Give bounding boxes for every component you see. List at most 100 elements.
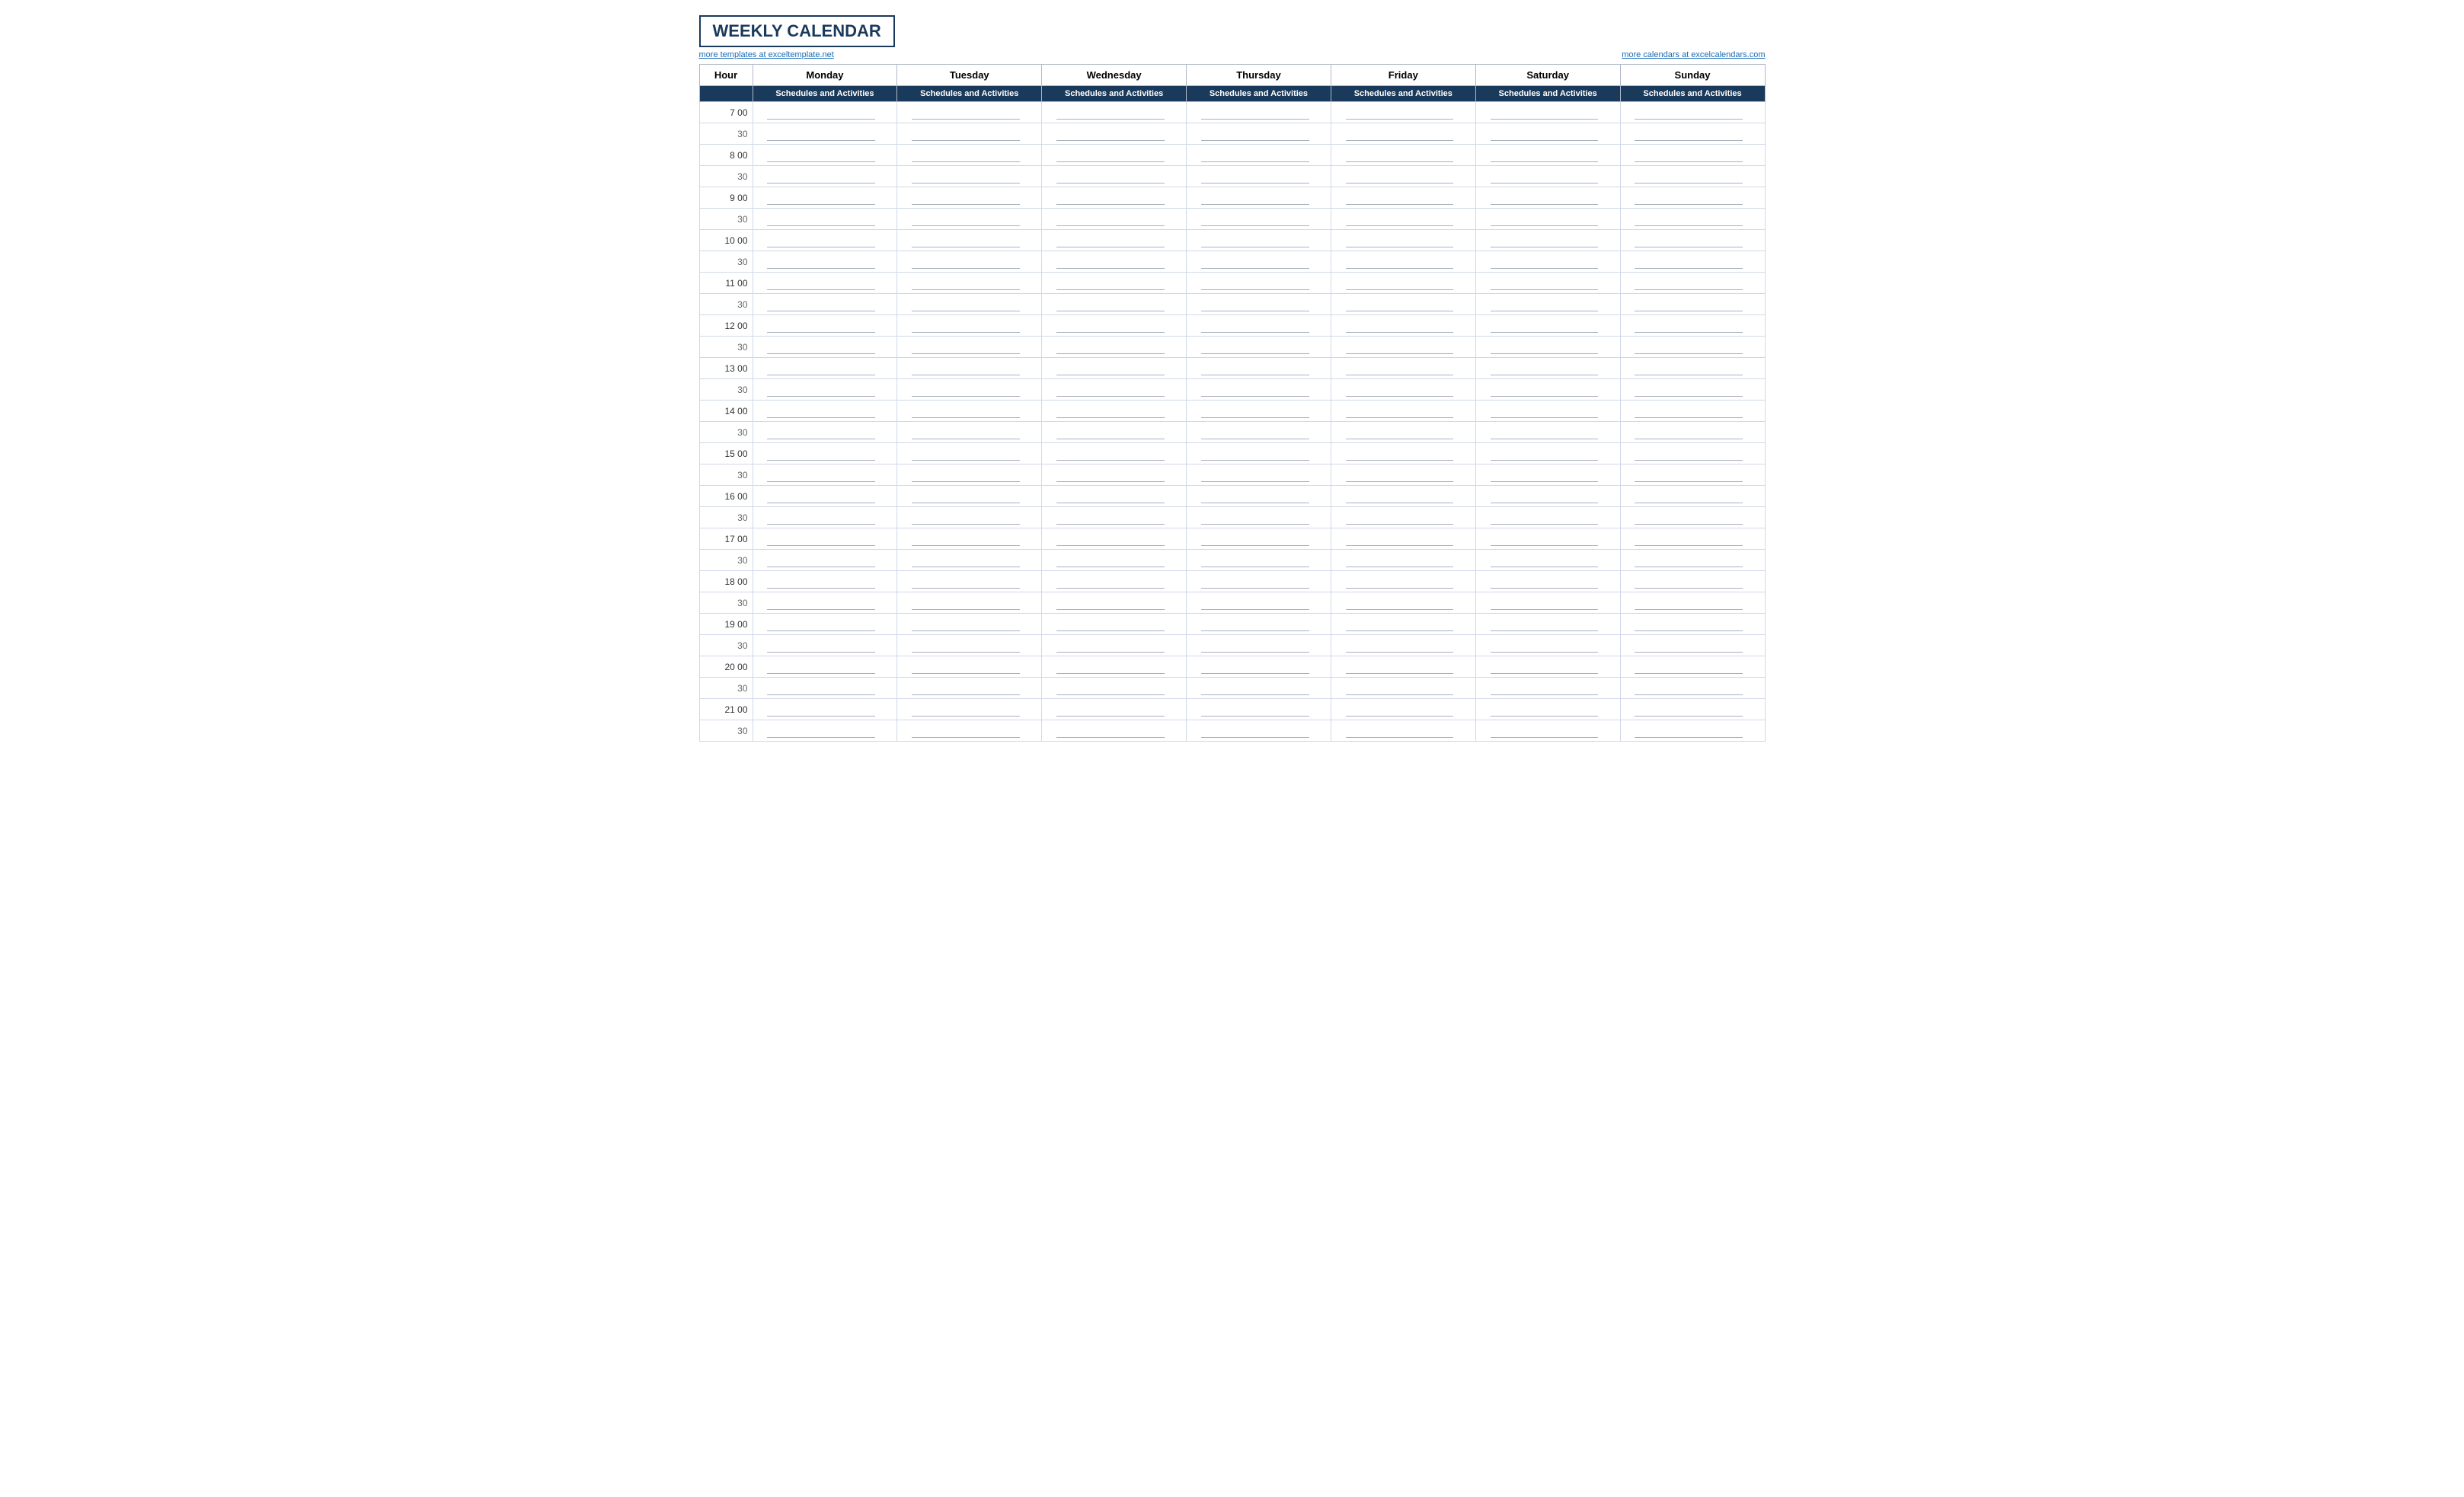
day-cell[interactable] bbox=[1042, 486, 1187, 507]
day-cell-half[interactable] bbox=[1620, 592, 1765, 614]
day-cell[interactable] bbox=[1620, 614, 1765, 635]
day-cell[interactable] bbox=[753, 656, 897, 678]
day-cell-half[interactable] bbox=[753, 209, 897, 230]
day-cell[interactable] bbox=[1475, 656, 1620, 678]
day-cell-half[interactable] bbox=[753, 507, 897, 528]
day-cell-half[interactable] bbox=[1475, 379, 1620, 401]
day-cell[interactable] bbox=[1475, 571, 1620, 592]
day-cell[interactable] bbox=[1475, 273, 1620, 294]
day-cell[interactable] bbox=[1187, 486, 1331, 507]
day-cell-half[interactable] bbox=[897, 209, 1042, 230]
day-cell[interactable] bbox=[1475, 230, 1620, 251]
day-cell-half[interactable] bbox=[753, 166, 897, 187]
day-cell-half[interactable] bbox=[1475, 251, 1620, 273]
day-cell-half[interactable] bbox=[1042, 464, 1187, 486]
day-cell-half[interactable] bbox=[897, 294, 1042, 315]
day-cell[interactable] bbox=[1042, 401, 1187, 422]
day-cell-half[interactable] bbox=[1475, 678, 1620, 699]
day-cell[interactable] bbox=[1475, 358, 1620, 379]
day-cell-half[interactable] bbox=[1187, 635, 1331, 656]
day-cell[interactable] bbox=[753, 571, 897, 592]
day-cell-half[interactable] bbox=[1475, 635, 1620, 656]
day-cell-half[interactable] bbox=[1620, 294, 1765, 315]
day-cell-half[interactable] bbox=[1042, 294, 1187, 315]
day-cell[interactable] bbox=[1620, 273, 1765, 294]
day-cell[interactable] bbox=[1620, 528, 1765, 550]
day-cell-half[interactable] bbox=[897, 464, 1042, 486]
day-cell[interactable] bbox=[1187, 443, 1331, 464]
day-cell[interactable] bbox=[1331, 187, 1475, 209]
day-cell[interactable] bbox=[753, 230, 897, 251]
day-cell-half[interactable] bbox=[897, 592, 1042, 614]
day-cell-half[interactable] bbox=[1620, 635, 1765, 656]
day-cell[interactable] bbox=[1187, 614, 1331, 635]
day-cell-half[interactable] bbox=[1331, 294, 1475, 315]
day-cell[interactable] bbox=[1331, 102, 1475, 123]
day-cell-half[interactable] bbox=[1620, 678, 1765, 699]
day-cell[interactable] bbox=[753, 145, 897, 166]
right-link[interactable]: more calendars at excelcalendars.com bbox=[1622, 50, 1765, 59]
day-cell-half[interactable] bbox=[1042, 379, 1187, 401]
day-cell-half[interactable] bbox=[897, 422, 1042, 443]
day-cell[interactable] bbox=[897, 528, 1042, 550]
day-cell[interactable] bbox=[1042, 614, 1187, 635]
day-cell-half[interactable] bbox=[753, 464, 897, 486]
day-cell-half[interactable] bbox=[1331, 720, 1475, 742]
day-cell[interactable] bbox=[753, 273, 897, 294]
day-cell[interactable] bbox=[1187, 571, 1331, 592]
day-cell-half[interactable] bbox=[1331, 550, 1475, 571]
day-cell-half[interactable] bbox=[1042, 337, 1187, 358]
day-cell-half[interactable] bbox=[1475, 720, 1620, 742]
day-cell[interactable] bbox=[1475, 187, 1620, 209]
day-cell-half[interactable] bbox=[897, 507, 1042, 528]
day-cell-half[interactable] bbox=[1475, 550, 1620, 571]
day-cell-half[interactable] bbox=[1620, 550, 1765, 571]
day-cell-half[interactable] bbox=[1331, 464, 1475, 486]
day-cell[interactable] bbox=[1331, 230, 1475, 251]
day-cell[interactable] bbox=[897, 699, 1042, 720]
day-cell[interactable] bbox=[1331, 614, 1475, 635]
day-cell[interactable] bbox=[1042, 528, 1187, 550]
day-cell-half[interactable] bbox=[1331, 209, 1475, 230]
day-cell[interactable] bbox=[1187, 145, 1331, 166]
day-cell-half[interactable] bbox=[1042, 507, 1187, 528]
day-cell-half[interactable] bbox=[1042, 166, 1187, 187]
day-cell-half[interactable] bbox=[1620, 251, 1765, 273]
day-cell[interactable] bbox=[1042, 145, 1187, 166]
day-cell-half[interactable] bbox=[1042, 209, 1187, 230]
day-cell-half[interactable] bbox=[1042, 123, 1187, 145]
day-cell-half[interactable] bbox=[1475, 464, 1620, 486]
day-cell[interactable] bbox=[1620, 358, 1765, 379]
day-cell[interactable] bbox=[1620, 401, 1765, 422]
day-cell[interactable] bbox=[1331, 273, 1475, 294]
day-cell-half[interactable] bbox=[753, 379, 897, 401]
day-cell[interactable] bbox=[1042, 273, 1187, 294]
day-cell[interactable] bbox=[1042, 571, 1187, 592]
day-cell-half[interactable] bbox=[1187, 337, 1331, 358]
day-cell[interactable] bbox=[1187, 358, 1331, 379]
day-cell[interactable] bbox=[1187, 187, 1331, 209]
day-cell-half[interactable] bbox=[897, 337, 1042, 358]
day-cell-half[interactable] bbox=[1042, 720, 1187, 742]
day-cell[interactable] bbox=[1042, 230, 1187, 251]
day-cell-half[interactable] bbox=[753, 422, 897, 443]
day-cell-half[interactable] bbox=[1475, 337, 1620, 358]
day-cell-half[interactable] bbox=[897, 678, 1042, 699]
day-cell[interactable] bbox=[1475, 486, 1620, 507]
day-cell-half[interactable] bbox=[1042, 422, 1187, 443]
day-cell-half[interactable] bbox=[1620, 464, 1765, 486]
day-cell[interactable] bbox=[1475, 315, 1620, 337]
day-cell[interactable] bbox=[1187, 102, 1331, 123]
day-cell-half[interactable] bbox=[1187, 592, 1331, 614]
day-cell-half[interactable] bbox=[1187, 209, 1331, 230]
day-cell[interactable] bbox=[1042, 102, 1187, 123]
day-cell[interactable] bbox=[897, 443, 1042, 464]
day-cell[interactable] bbox=[1475, 443, 1620, 464]
day-cell-half[interactable] bbox=[1475, 592, 1620, 614]
day-cell[interactable] bbox=[1331, 486, 1475, 507]
day-cell-half[interactable] bbox=[1187, 678, 1331, 699]
day-cell-half[interactable] bbox=[753, 550, 897, 571]
day-cell[interactable] bbox=[1620, 315, 1765, 337]
day-cell[interactable] bbox=[1475, 528, 1620, 550]
left-link[interactable]: more templates at exceltemplate.net bbox=[699, 50, 834, 59]
